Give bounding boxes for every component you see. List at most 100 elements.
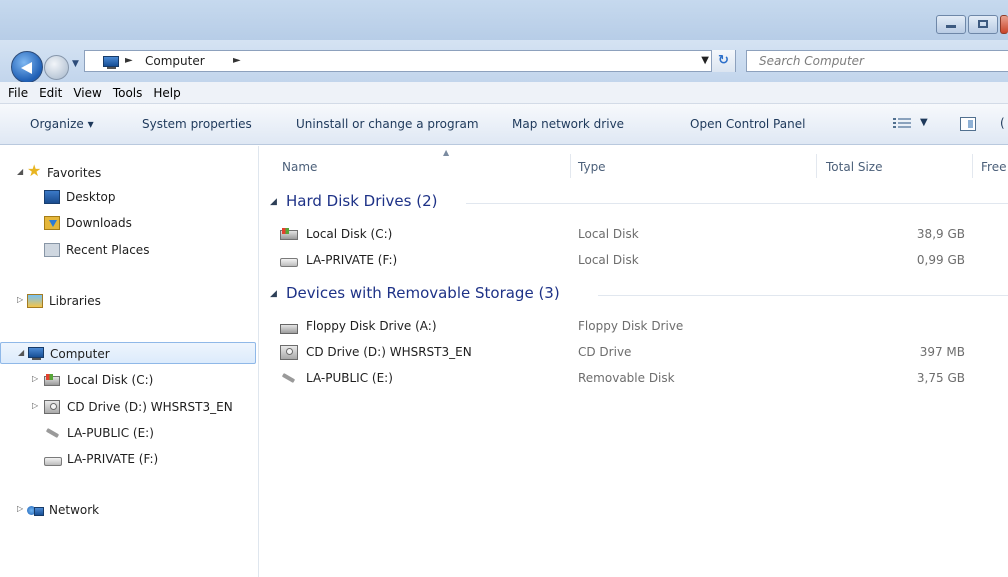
sidebar-item-label: Network — [49, 503, 100, 517]
expanded-arrow-icon[interactable]: ◢ — [270, 289, 277, 299]
sidebar-item-network[interactable]: ▷ Network — [0, 499, 259, 521]
item-type: Local Disk — [578, 227, 639, 241]
sidebar-item-label: Libraries — [49, 294, 101, 308]
column-header-name[interactable]: Name — [282, 160, 317, 174]
uninstall-program-button[interactable]: Uninstall or change a program — [296, 117, 479, 131]
collapsed-arrow-icon[interactable]: ▷ — [32, 401, 38, 410]
group-label: Hard Disk Drives (2) — [286, 192, 438, 210]
maximize-icon — [978, 20, 988, 28]
list-item[interactable]: LA-PUBLIC (E:) Removable Disk 3,75 GB — [280, 367, 1008, 389]
system-properties-button[interactable]: System properties — [142, 117, 252, 131]
item-type: Floppy Disk Drive — [578, 319, 684, 333]
column-divider[interactable] — [972, 154, 973, 178]
item-name: LA-PRIVATE (F:) — [306, 253, 398, 267]
sidebar-item-la-private-f[interactable]: LA-PRIVATE (F:) — [0, 448, 259, 470]
collapsed-arrow-icon[interactable]: ▷ — [32, 374, 38, 383]
refresh-icon: ↻ — [718, 53, 729, 68]
computer-icon — [103, 56, 119, 69]
sidebar-item-la-public-e[interactable]: LA-PUBLIC (E:) — [0, 422, 259, 444]
search-box[interactable] — [746, 50, 1008, 72]
address-bar[interactable]: ► Computer ► ▼ ↻ — [84, 50, 736, 72]
help-button[interactable]: ( — [1000, 116, 1005, 130]
item-name: Local Disk (C:) — [306, 227, 393, 241]
minimize-button[interactable] — [936, 15, 966, 34]
group-divider — [598, 295, 1008, 296]
menu-help[interactable]: Help — [153, 86, 180, 100]
sidebar-item-label: LA-PRIVATE (F:) — [67, 452, 159, 466]
sidebar-item-cd-drive-d[interactable]: ▷ CD Drive (D:) WHSRST3_EN — [0, 396, 259, 418]
sidebar-item-recent-places[interactable]: Recent Places — [0, 239, 259, 261]
network-icon — [27, 503, 44, 517]
column-divider[interactable] — [570, 154, 571, 178]
menu-file[interactable]: File — [8, 86, 28, 100]
sidebar-item-label: LA-PUBLIC (E:) — [67, 426, 154, 440]
search-input[interactable] — [747, 51, 1008, 71]
forward-button[interactable] — [44, 55, 69, 80]
list-item[interactable]: CD Drive (D:) WHSRST3_EN CD Drive 397 MB — [280, 341, 1008, 363]
group-divider — [466, 203, 1008, 204]
address-dropdown-icon[interactable]: ▼ — [701, 55, 709, 66]
sidebar-item-local-disk-c[interactable]: ▷ Local Disk (C:) — [0, 369, 259, 391]
breadcrumb-separator-icon[interactable]: ► — [125, 55, 133, 66]
group-header-hard-disk-drives[interactable]: ◢ Hard Disk Drives (2) — [270, 192, 1008, 214]
breadcrumb-separator-icon[interactable]: ► — [233, 55, 241, 66]
preview-pane-icon[interactable] — [960, 117, 976, 131]
menu-edit[interactable]: Edit — [39, 86, 62, 100]
item-total-size: 0,99 GB — [916, 253, 965, 267]
menu-view[interactable]: View — [73, 86, 101, 100]
sidebar-item-computer[interactable]: ◢ Computer — [0, 342, 256, 364]
sidebar-item-desktop[interactable]: Desktop — [0, 186, 259, 208]
list-item[interactable]: Floppy Disk Drive (A:) Floppy Disk Drive — [280, 315, 1008, 337]
column-header-type[interactable]: Type — [578, 160, 606, 174]
column-header-total-size[interactable]: Total Size — [826, 160, 882, 174]
recent-pages-dropdown[interactable]: ▼ — [72, 57, 82, 71]
open-control-panel-button[interactable]: Open Control Panel — [690, 117, 805, 131]
computer-icon — [28, 347, 44, 360]
list-item[interactable]: LA-PRIVATE (F:) Local Disk 0,99 GB — [280, 249, 1008, 271]
item-type: Removable Disk — [578, 371, 675, 385]
close-button[interactable] — [1000, 15, 1008, 34]
cd-drive-icon — [280, 345, 298, 360]
column-header-free-space[interactable]: Free — [981, 160, 1006, 174]
desktop-icon — [44, 190, 60, 204]
item-name: Floppy Disk Drive (A:) — [306, 319, 437, 333]
breadcrumb-computer[interactable]: Computer — [145, 54, 205, 68]
sidebar-item-downloads[interactable]: Downloads — [0, 212, 259, 234]
collapsed-arrow-icon[interactable]: ▷ — [17, 295, 23, 304]
expanded-arrow-icon[interactable]: ◢ — [270, 197, 277, 207]
list-item[interactable]: Local Disk (C:) Local Disk 38,9 GB — [280, 223, 1008, 245]
maximize-button[interactable] — [968, 15, 998, 34]
menu-tools[interactable]: Tools — [113, 86, 143, 100]
expanded-arrow-icon[interactable]: ◢ — [18, 348, 24, 357]
back-button[interactable] — [11, 51, 43, 83]
downloads-icon — [44, 216, 60, 230]
organize-button[interactable]: Organize ▾ — [30, 117, 94, 131]
cd-drive-icon — [44, 400, 60, 414]
floppy-drive-icon — [280, 319, 298, 334]
sidebar-item-libraries[interactable]: ▷ Libraries — [0, 290, 259, 312]
expanded-arrow-icon[interactable]: ◢ — [17, 167, 23, 176]
title-bar — [0, 0, 1008, 40]
item-total-size: 397 MB — [919, 345, 965, 359]
refresh-button[interactable]: ↻ — [711, 50, 735, 72]
item-total-size: 38,9 GB — [916, 227, 965, 241]
sidebar-item-favorites[interactable]: ◢ ★ Favorites — [0, 162, 259, 184]
view-options-dropdown-icon[interactable]: ▼ — [920, 117, 928, 128]
local-disk-icon — [280, 228, 298, 240]
usb-drive-icon — [280, 371, 298, 386]
map-network-drive-button[interactable]: Map network drive — [512, 117, 624, 131]
sidebar-item-label: CD Drive (D:) WHSRST3_EN — [67, 400, 233, 414]
group-header-removable-storage[interactable]: ◢ Devices with Removable Storage (3) — [270, 284, 1008, 306]
drive-icon — [280, 253, 298, 268]
recent-places-icon — [44, 243, 60, 257]
item-total-size: 3,75 GB — [916, 371, 965, 385]
libraries-icon — [27, 294, 43, 308]
content-pane: ▲ Name Type Total Size Free ◢ Hard Disk … — [260, 146, 1008, 577]
star-icon: ★ — [27, 161, 42, 180]
column-divider[interactable] — [816, 154, 817, 178]
sidebar-item-label: Computer — [50, 347, 110, 361]
window-controls — [934, 15, 1008, 34]
item-type: Local Disk — [578, 253, 639, 267]
collapsed-arrow-icon[interactable]: ▷ — [17, 504, 23, 513]
change-view-icon[interactable] — [893, 117, 911, 130]
